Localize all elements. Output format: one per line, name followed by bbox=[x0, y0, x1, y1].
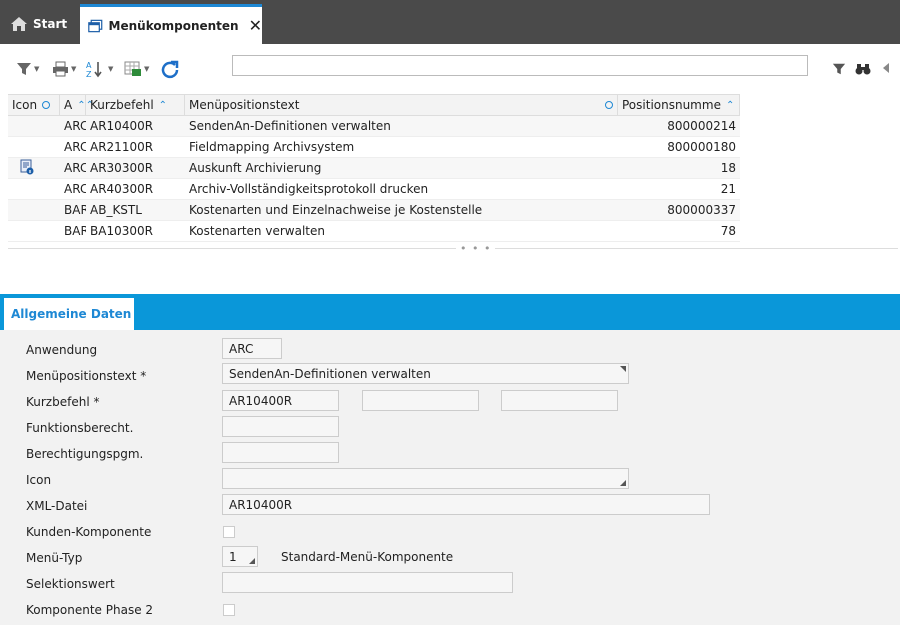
tab-active-label: Menükomponenten bbox=[108, 18, 239, 33]
table-row[interactable]: BAR AB_KSTL Kostenarten und Einzelnachweis… bbox=[8, 200, 740, 221]
label-kurzbefehl: Kurzbefehl * bbox=[26, 395, 100, 409]
label-selektionswert: Selektionswert bbox=[26, 577, 115, 591]
table-cell-a: ARC bbox=[64, 182, 86, 196]
tab-bar: Start Menükomponenten ✕ bbox=[0, 0, 900, 44]
sort-indicator-icon bbox=[605, 101, 613, 109]
sort-az-icon[interactable]: A Z ▼ bbox=[86, 58, 113, 80]
column-header-menupositionstext[interactable]: Menüpositionstext bbox=[185, 95, 618, 115]
icon-field[interactable] bbox=[222, 468, 629, 489]
grid-body: ARC AR10400R SendenAn-Definitionen verwalt… bbox=[8, 116, 740, 242]
splitter-line bbox=[8, 248, 898, 249]
table-cell-pos: 800000180 bbox=[667, 140, 736, 154]
grid-header: Icon A ⌃⌃ Kurzbefehl ⌃ Menüpositionstext P… bbox=[8, 94, 740, 116]
menu-typ-select[interactable]: 1 bbox=[222, 546, 258, 567]
table-row[interactable]: ARC AR40300R Archiv-Vollständigkeitsprotok… bbox=[8, 179, 740, 200]
details-tab-bar bbox=[0, 294, 900, 330]
sort-up-icon: ⌃ bbox=[725, 99, 735, 111]
table-cell-text: Auskunft Archivierung bbox=[189, 161, 322, 175]
column-header-a[interactable]: A ⌃⌃ bbox=[60, 95, 94, 115]
home-icon bbox=[11, 17, 27, 31]
info-document-icon bbox=[20, 159, 34, 178]
table-row[interactable]: ARC AR30300R Auskunft Archivierung 18 bbox=[8, 158, 740, 179]
print-icon[interactable]: ▼ bbox=[52, 58, 76, 80]
selektionswert-field[interactable] bbox=[222, 572, 513, 593]
table-cell-kurz: BA10300R bbox=[90, 224, 153, 238]
kurzbefehl-field[interactable]: AR10400R bbox=[222, 390, 339, 411]
label-xml-datei: XML-Datei bbox=[26, 499, 88, 513]
label-menupositionstext: Menüpositionstext * bbox=[26, 369, 147, 383]
column-header-positionsnummer[interactable]: Positionsnumme ⌃ bbox=[618, 95, 740, 115]
refresh-icon[interactable] bbox=[160, 58, 180, 80]
table-cell-text: SendenAn-Definitionen verwalten bbox=[189, 119, 391, 133]
arrow-left-icon[interactable] bbox=[882, 62, 890, 82]
table-cell-a: BAR bbox=[64, 224, 86, 238]
table-cell-icon bbox=[8, 116, 60, 136]
table-cell-kurz: AB_KSTL bbox=[90, 203, 142, 217]
table-cell-a: ARC bbox=[64, 119, 86, 133]
table-cell-icon bbox=[8, 221, 60, 241]
kunden-komponente-checkbox[interactable] bbox=[223, 526, 235, 538]
table-cell-text: Kostenarten verwalten bbox=[189, 224, 325, 238]
table-row[interactable]: ARC AR21100R Fieldmapping Archivsystem 8000… bbox=[8, 137, 740, 158]
table-row[interactable]: ARC AR10400R SendenAn-Definitionen verwalt… bbox=[8, 116, 740, 137]
kurzbefehl-field-2[interactable] bbox=[362, 390, 479, 411]
svg-text:A: A bbox=[86, 61, 92, 70]
table-cell-icon bbox=[8, 158, 60, 178]
table-cell-a: ARC bbox=[64, 140, 86, 154]
table-cell-pos: 800000214 bbox=[667, 119, 736, 133]
label-icon: Icon bbox=[26, 473, 52, 487]
label-anwendung: Anwendung bbox=[26, 343, 98, 357]
svg-text:Z: Z bbox=[86, 70, 92, 78]
tab-allgemeine-daten[interactable]: Allgemeine Daten bbox=[4, 298, 134, 330]
table-cell-text: Fieldmapping Archivsystem bbox=[189, 140, 355, 154]
column-header-icon[interactable]: Icon bbox=[8, 95, 60, 115]
label-berechtigungspgm: Berechtigungspgm. bbox=[26, 447, 144, 461]
label-menu-typ: Menü-Typ bbox=[26, 551, 83, 565]
window-icon bbox=[88, 19, 103, 32]
funktionsberecht-field[interactable] bbox=[222, 416, 339, 437]
close-icon[interactable]: ✕ bbox=[249, 16, 262, 35]
table-cell-pos: 18 bbox=[720, 161, 736, 175]
table-cell-icon bbox=[8, 200, 60, 220]
table-cell-pos: 800000337 bbox=[667, 203, 736, 217]
label-kunden-komponente: Kunden-Komponente bbox=[26, 525, 152, 539]
table-cell-pos: 78 bbox=[720, 224, 736, 238]
table-cell-icon bbox=[8, 179, 60, 199]
splitter-handle[interactable]: • • • bbox=[456, 242, 496, 255]
table-cell-kurz: AR30300R bbox=[90, 161, 154, 175]
splitter[interactable]: • • • bbox=[8, 240, 898, 256]
tab-menukomponenten[interactable]: Menükomponenten ✕ bbox=[80, 4, 262, 44]
filter-icon[interactable] bbox=[832, 62, 846, 82]
binoculars-icon[interactable] bbox=[855, 62, 871, 82]
table-cell-pos: 21 bbox=[720, 182, 736, 196]
menu-typ-description: Standard-Menü-Komponente bbox=[281, 550, 454, 564]
table-cell-kurz: AR10400R bbox=[90, 119, 154, 133]
table-row[interactable]: BAR BA10300R Kostenarten verwalten 78 bbox=[8, 221, 740, 242]
table-cell-text: Archiv-Vollständigkeitsprotokoll drucken bbox=[189, 182, 429, 196]
filter-icon[interactable]: ▼ bbox=[16, 58, 39, 80]
table-cell-a: BAR bbox=[64, 203, 86, 217]
table-cell-kurz: AR40300R bbox=[90, 182, 154, 196]
search-input[interactable] bbox=[232, 55, 808, 76]
table-cell-a: ARC bbox=[64, 161, 86, 175]
menupositionstext-field[interactable]: SendenAn-Definitionen verwalten bbox=[222, 363, 629, 384]
table-cell-text: Kostenarten und Einzelnachweise je Koste… bbox=[189, 203, 483, 217]
berechtigungspgm-field[interactable] bbox=[222, 442, 339, 463]
sort-up-icon: ⌃ bbox=[158, 99, 168, 111]
column-header-kurzbefehl[interactable]: Kurzbefehl ⌃ bbox=[86, 95, 185, 115]
xml-datei-field[interactable]: AR10400R bbox=[222, 494, 710, 515]
tab-start-label: Start bbox=[33, 17, 68, 31]
sort-indicator-icon bbox=[42, 101, 51, 109]
tab-start[interactable]: Start bbox=[0, 4, 74, 44]
export-excel-icon[interactable]: ▼ bbox=[124, 58, 149, 80]
table-cell-kurz: AR21100R bbox=[90, 140, 154, 154]
table-cell-icon bbox=[8, 137, 60, 157]
label-komponente-phase-2: Komponente Phase 2 bbox=[26, 603, 154, 617]
komponente-phase-2-checkbox[interactable] bbox=[223, 604, 235, 616]
kurzbefehl-field-3[interactable] bbox=[501, 390, 618, 411]
anwendung-field[interactable]: ARC bbox=[222, 338, 282, 359]
label-funktionsberecht: Funktionsberecht. bbox=[26, 421, 134, 435]
data-grid: Icon A ⌃⌃ Kurzbefehl ⌃ Menüpositionstext P… bbox=[8, 94, 740, 242]
